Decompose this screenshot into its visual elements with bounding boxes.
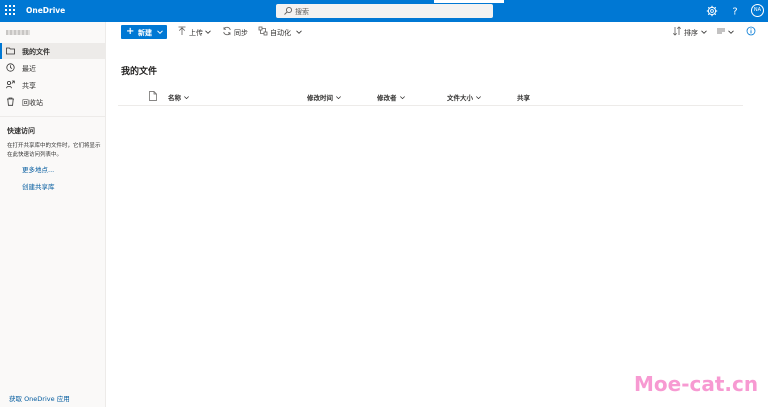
- upload-button[interactable]: 上传: [177, 26, 215, 38]
- clock-icon: [6, 63, 15, 72]
- chevron-down-icon: [701, 30, 707, 34]
- nav-divider: [0, 116, 105, 117]
- watermark: Moe-cat.cn: [634, 372, 759, 396]
- quick-access-description: 在打开共享库中的文件时，它们将显示在此快速访问列表中。: [7, 143, 101, 158]
- waffle-icon[interactable]: [5, 5, 16, 16]
- nav-item-label: 我的文件: [22, 48, 50, 56]
- search-icon: [284, 6, 293, 15]
- more-places-link[interactable]: 更多地点...: [22, 164, 54, 174]
- upload-label: 上传: [189, 29, 203, 37]
- automate-button[interactable]: 自动化: [258, 26, 303, 38]
- chevron-down-icon: [476, 96, 481, 100]
- app-name[interactable]: OneDrive: [26, 6, 65, 15]
- nav-item-label: 共享: [22, 82, 36, 90]
- upload-icon: [178, 26, 186, 35]
- user-name: [6, 30, 30, 35]
- info-button[interactable]: [746, 26, 756, 38]
- left-nav: 我的文件 最近 共享 回收站 快速访问 在打开共享库中的文件时，它们将显示在此快…: [0, 22, 106, 407]
- column-modified-by[interactable]: 修改者: [377, 92, 406, 102]
- chevron-down-icon: [399, 96, 405, 100]
- file-list-header: 名称 修改时间 修改者 文件大小 共享: [118, 87, 743, 106]
- automate-label: 自动化: [270, 29, 291, 37]
- avatar[interactable]: NA: [751, 4, 764, 17]
- column-modified-label: 修改时间: [307, 94, 333, 102]
- svg-text:?: ?: [732, 7, 737, 18]
- new-button[interactable]: + 新建: [121, 25, 167, 39]
- create-shared-library-link[interactable]: 创建共享库: [22, 181, 55, 191]
- automate-icon: [258, 26, 268, 36]
- chevron-down-icon: [296, 30, 302, 34]
- column-name-label: 名称: [168, 94, 181, 102]
- sync-label: 同步: [234, 29, 248, 37]
- chevron-down-icon: [184, 96, 189, 100]
- nav-item-recycle-bin[interactable]: 回收站: [0, 94, 105, 110]
- chevron-down-icon: [728, 30, 734, 34]
- sort-label: 排序: [684, 29, 698, 37]
- search-box[interactable]: 搜索: [276, 4, 493, 18]
- column-file-size[interactable]: 文件大小: [447, 92, 482, 102]
- view-list-icon: [717, 28, 725, 34]
- chevron-down-icon: [205, 30, 211, 34]
- suite-bar: OneDrive 搜索 ? NA: [0, 0, 768, 22]
- quick-access-title: 快速访问: [7, 127, 35, 135]
- chevron-down-icon: [336, 96, 341, 100]
- chevron-down-icon: [157, 30, 163, 35]
- search-placeholder: 搜索: [295, 8, 309, 16]
- sort-icon: [673, 26, 681, 36]
- settings-icon[interactable]: [705, 4, 719, 18]
- column-modified[interactable]: 修改时间: [307, 92, 342, 102]
- file-type-icon[interactable]: [149, 91, 157, 101]
- nav-item-shared[interactable]: 共享: [0, 77, 105, 93]
- view-options-button[interactable]: [716, 26, 738, 38]
- nav-item-label: 回收站: [22, 99, 43, 107]
- column-name[interactable]: 名称: [168, 92, 190, 102]
- get-onedrive-apps-link[interactable]: 获取 OneDrive 应用: [9, 393, 70, 403]
- suite-bar-highlight: [434, 0, 504, 3]
- nav-item-recent[interactable]: 最近: [0, 60, 105, 76]
- column-file-size-label: 文件大小: [447, 94, 473, 102]
- share-icon: [6, 80, 15, 89]
- info-icon: [746, 26, 756, 36]
- column-sharing-label: 共享: [517, 94, 530, 102]
- command-bar: + 新建 上传 同步 自动化 排序: [106, 22, 768, 42]
- page-title: 我的文件: [121, 67, 158, 77]
- new-button-label: 新建: [138, 29, 152, 37]
- sync-icon: [223, 26, 231, 36]
- sync-button[interactable]: 同步: [222, 26, 250, 38]
- column-sharing[interactable]: 共享: [517, 92, 530, 102]
- help-icon[interactable]: ?: [728, 4, 742, 18]
- folder-icon: [6, 47, 15, 55]
- sort-button[interactable]: 排序: [672, 26, 712, 38]
- nav-item-my-files[interactable]: 我的文件: [0, 43, 105, 59]
- nav-item-label: 最近: [22, 65, 36, 73]
- column-modified-by-label: 修改者: [377, 94, 397, 102]
- recycle-bin-icon: [7, 97, 14, 106]
- plus-icon: +: [126, 26, 135, 37]
